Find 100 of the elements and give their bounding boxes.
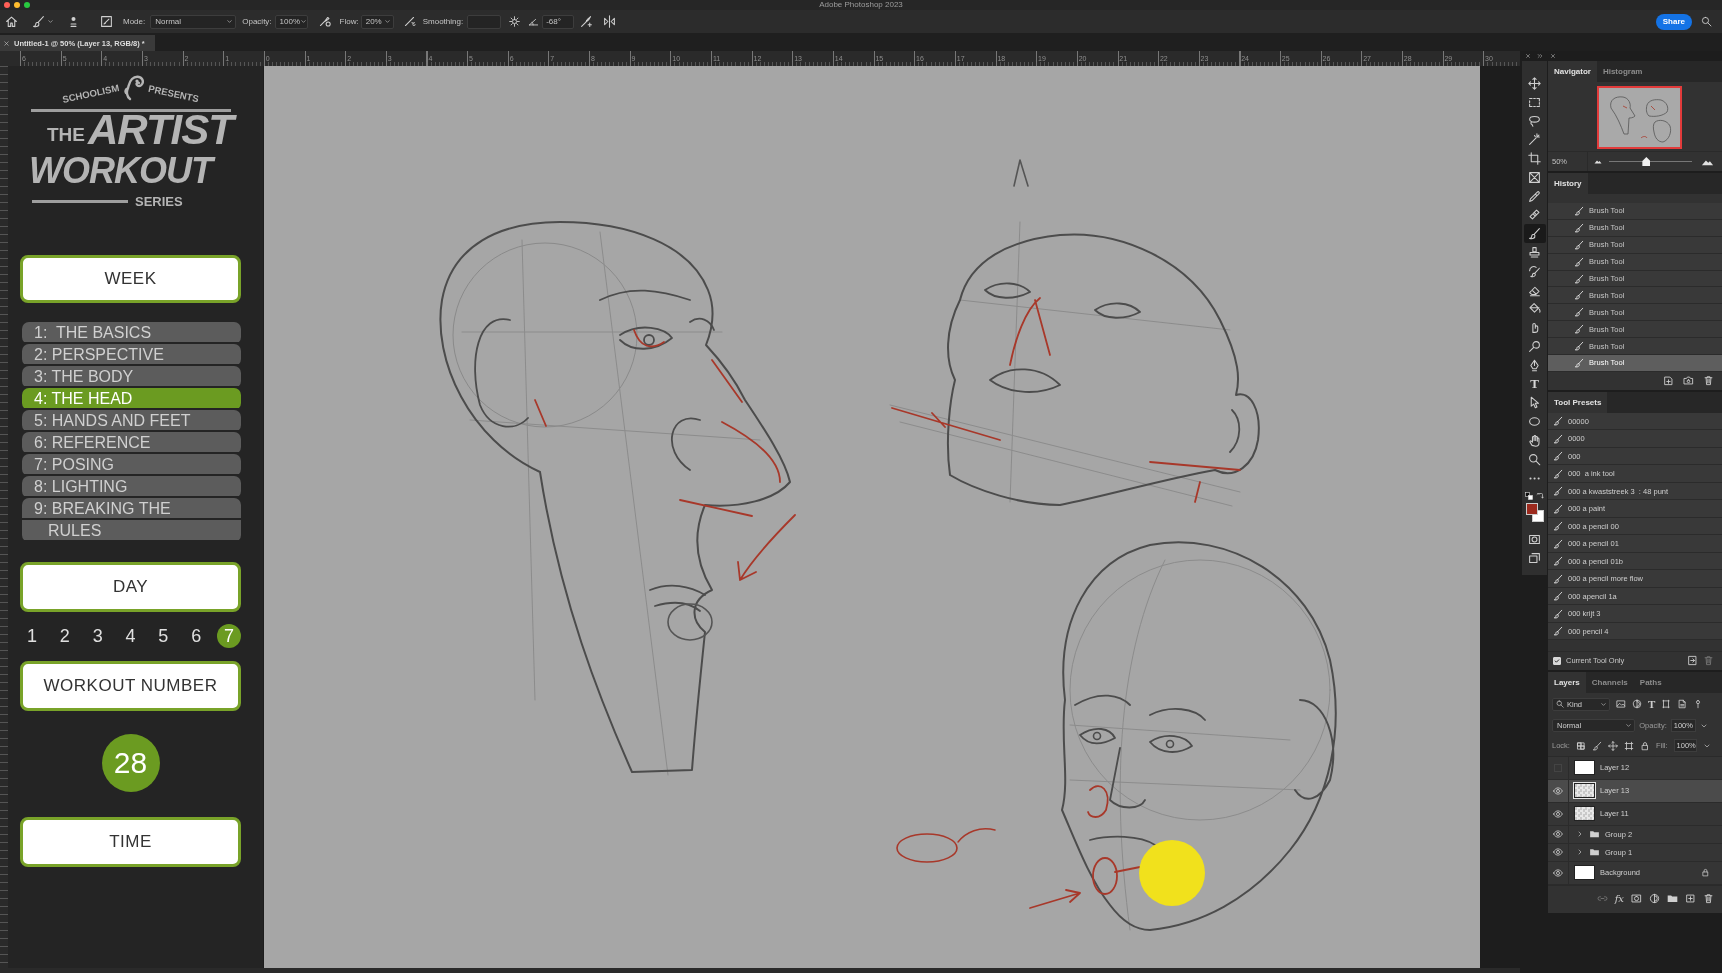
brush-icon bbox=[1553, 503, 1563, 514]
pressure-size-icon[interactable] bbox=[580, 15, 594, 28]
screen-mode-icon[interactable] bbox=[1528, 551, 1541, 565]
home-icon[interactable] bbox=[5, 15, 18, 28]
new-layer-icon[interactable] bbox=[1685, 893, 1696, 905]
day-heading: DAY bbox=[20, 562, 241, 612]
caret-icon[interactable] bbox=[47, 18, 54, 25]
smoothing-field[interactable] bbox=[467, 14, 502, 29]
pressure-opacity-icon[interactable] bbox=[317, 15, 331, 28]
sketched-arrow-drawing bbox=[1029, 889, 1081, 909]
folder-icon[interactable] bbox=[1667, 893, 1678, 905]
expand-icon[interactable] bbox=[1537, 53, 1543, 59]
week-item: 9: BREAKING THE RULES bbox=[22, 498, 241, 542]
move-arrows-icon[interactable] bbox=[1607, 740, 1618, 751]
fx-button[interactable]: fx bbox=[1614, 893, 1624, 905]
opacity-dropdown[interactable]: 100% bbox=[274, 14, 308, 29]
panel-tab[interactable]: Tool Presets bbox=[1548, 391, 1608, 413]
minimize-window-icon[interactable] bbox=[14, 2, 20, 8]
close-icon[interactable] bbox=[1550, 53, 1556, 59]
small-mountain-icon[interactable] bbox=[1594, 159, 1602, 164]
caret-icon bbox=[300, 18, 308, 25]
adjustment-filter-icon[interactable] bbox=[1632, 699, 1642, 710]
brush-icon bbox=[1553, 521, 1563, 532]
lock-icon[interactable] bbox=[1701, 868, 1710, 878]
close-icon[interactable] bbox=[1525, 53, 1531, 59]
quick-mask-icon[interactable] bbox=[1528, 532, 1541, 546]
current-tool-only-checkbox[interactable] bbox=[1553, 656, 1561, 665]
new-preset-icon[interactable] bbox=[1687, 655, 1698, 667]
mode-label: Mode: bbox=[123, 17, 146, 26]
hand-icon bbox=[1528, 434, 1541, 448]
folder-icon bbox=[1589, 829, 1600, 840]
time-heading: TIME bbox=[20, 817, 241, 867]
type-filter-button[interactable]: T bbox=[1648, 698, 1656, 710]
eye-icon[interactable] bbox=[1553, 867, 1563, 878]
day-number: 2 bbox=[58, 624, 71, 648]
panel-tab[interactable]: Channels bbox=[1585, 671, 1634, 693]
panel-tab[interactable]: Paths bbox=[1633, 671, 1668, 693]
mode-dropdown[interactable]: Normal bbox=[150, 14, 237, 29]
workout-number-badge: 28 bbox=[101, 734, 160, 792]
brush-icon bbox=[1528, 227, 1541, 241]
panel-tab[interactable]: Navigator bbox=[1548, 61, 1597, 82]
lasso-icon bbox=[1528, 114, 1541, 128]
airbrush-icon[interactable] bbox=[402, 15, 416, 28]
lollipop-icon bbox=[1528, 340, 1541, 354]
brush-icon[interactable] bbox=[32, 15, 45, 28]
chevron-icon[interactable] bbox=[1576, 830, 1584, 839]
lock-transparency-icon[interactable] bbox=[1575, 740, 1586, 751]
crop-icon bbox=[1528, 152, 1541, 166]
image-filter-icon[interactable] bbox=[1616, 699, 1626, 710]
caret-icon bbox=[1600, 700, 1607, 708]
smart-object-filter-icon[interactable] bbox=[1677, 699, 1688, 710]
paint-bucket-icon bbox=[1528, 302, 1541, 316]
new-document-icon[interactable] bbox=[1663, 375, 1674, 387]
symmetry-icon[interactable] bbox=[603, 15, 617, 28]
artboard-icon[interactable] bbox=[1623, 740, 1634, 751]
eye-icon[interactable] bbox=[1553, 829, 1563, 840]
panel-tab[interactable]: Histogram bbox=[1596, 61, 1649, 82]
tool-button[interactable]: T bbox=[1523, 374, 1546, 394]
close-icon[interactable] bbox=[3, 39, 10, 47]
swap-arrow-icon[interactable] bbox=[1536, 491, 1544, 500]
week-item: 3: THE BODY bbox=[22, 366, 241, 388]
brush-icon bbox=[1553, 433, 1563, 444]
close-window-icon[interactable] bbox=[4, 2, 10, 8]
angle-field[interactable]: -68° bbox=[542, 14, 575, 29]
panel-tab[interactable]: Layers bbox=[1548, 671, 1586, 693]
eyedropper-icon bbox=[1528, 189, 1541, 203]
default-colors-icon[interactable] bbox=[1525, 491, 1533, 500]
shape-filter-icon[interactable] bbox=[1661, 699, 1672, 710]
week-item: 7: POSING bbox=[22, 454, 241, 476]
panel-tab[interactable]: History bbox=[1548, 173, 1588, 194]
brush-icon bbox=[1553, 626, 1563, 637]
flow-dropdown[interactable]: 20% bbox=[360, 14, 394, 29]
eye-icon[interactable] bbox=[1553, 808, 1563, 819]
settings-icon[interactable] bbox=[509, 16, 521, 27]
flow-label: Flow: bbox=[339, 17, 359, 26]
frame-icon bbox=[1528, 170, 1541, 184]
share-button[interactable]: Share bbox=[1655, 13, 1692, 30]
adjustment-icon[interactable] bbox=[1649, 893, 1660, 905]
slider-thumb[interactable] bbox=[1642, 157, 1651, 166]
brush-icon bbox=[1574, 290, 1584, 301]
logo-text: THE bbox=[47, 124, 85, 146]
foreground-color-swatch[interactable] bbox=[1525, 502, 1538, 515]
brush-icon bbox=[1553, 573, 1563, 584]
brush-settings-icon[interactable] bbox=[100, 15, 113, 28]
eye-icon[interactable] bbox=[1553, 847, 1563, 858]
tool-button[interactable] bbox=[1523, 224, 1546, 244]
search-icon[interactable] bbox=[1701, 16, 1712, 27]
smoothing-label: Smoothing: bbox=[422, 17, 464, 26]
eye-icon[interactable] bbox=[1553, 785, 1563, 796]
chevron-icon[interactable] bbox=[1576, 848, 1584, 857]
lock-icon[interactable] bbox=[1639, 740, 1650, 751]
brush-icon[interactable] bbox=[1591, 740, 1602, 751]
mask-icon[interactable] bbox=[1631, 893, 1642, 905]
camera-icon[interactable] bbox=[1683, 375, 1694, 387]
brush-icon bbox=[1553, 538, 1563, 549]
zoom-window-icon[interactable] bbox=[24, 2, 30, 8]
magic-wand-icon bbox=[1528, 133, 1541, 147]
brush-preset-icon[interactable] bbox=[67, 15, 80, 28]
week-item: 1: THE BASICS bbox=[22, 322, 241, 344]
week-item: 8: LIGHTING bbox=[22, 476, 241, 498]
